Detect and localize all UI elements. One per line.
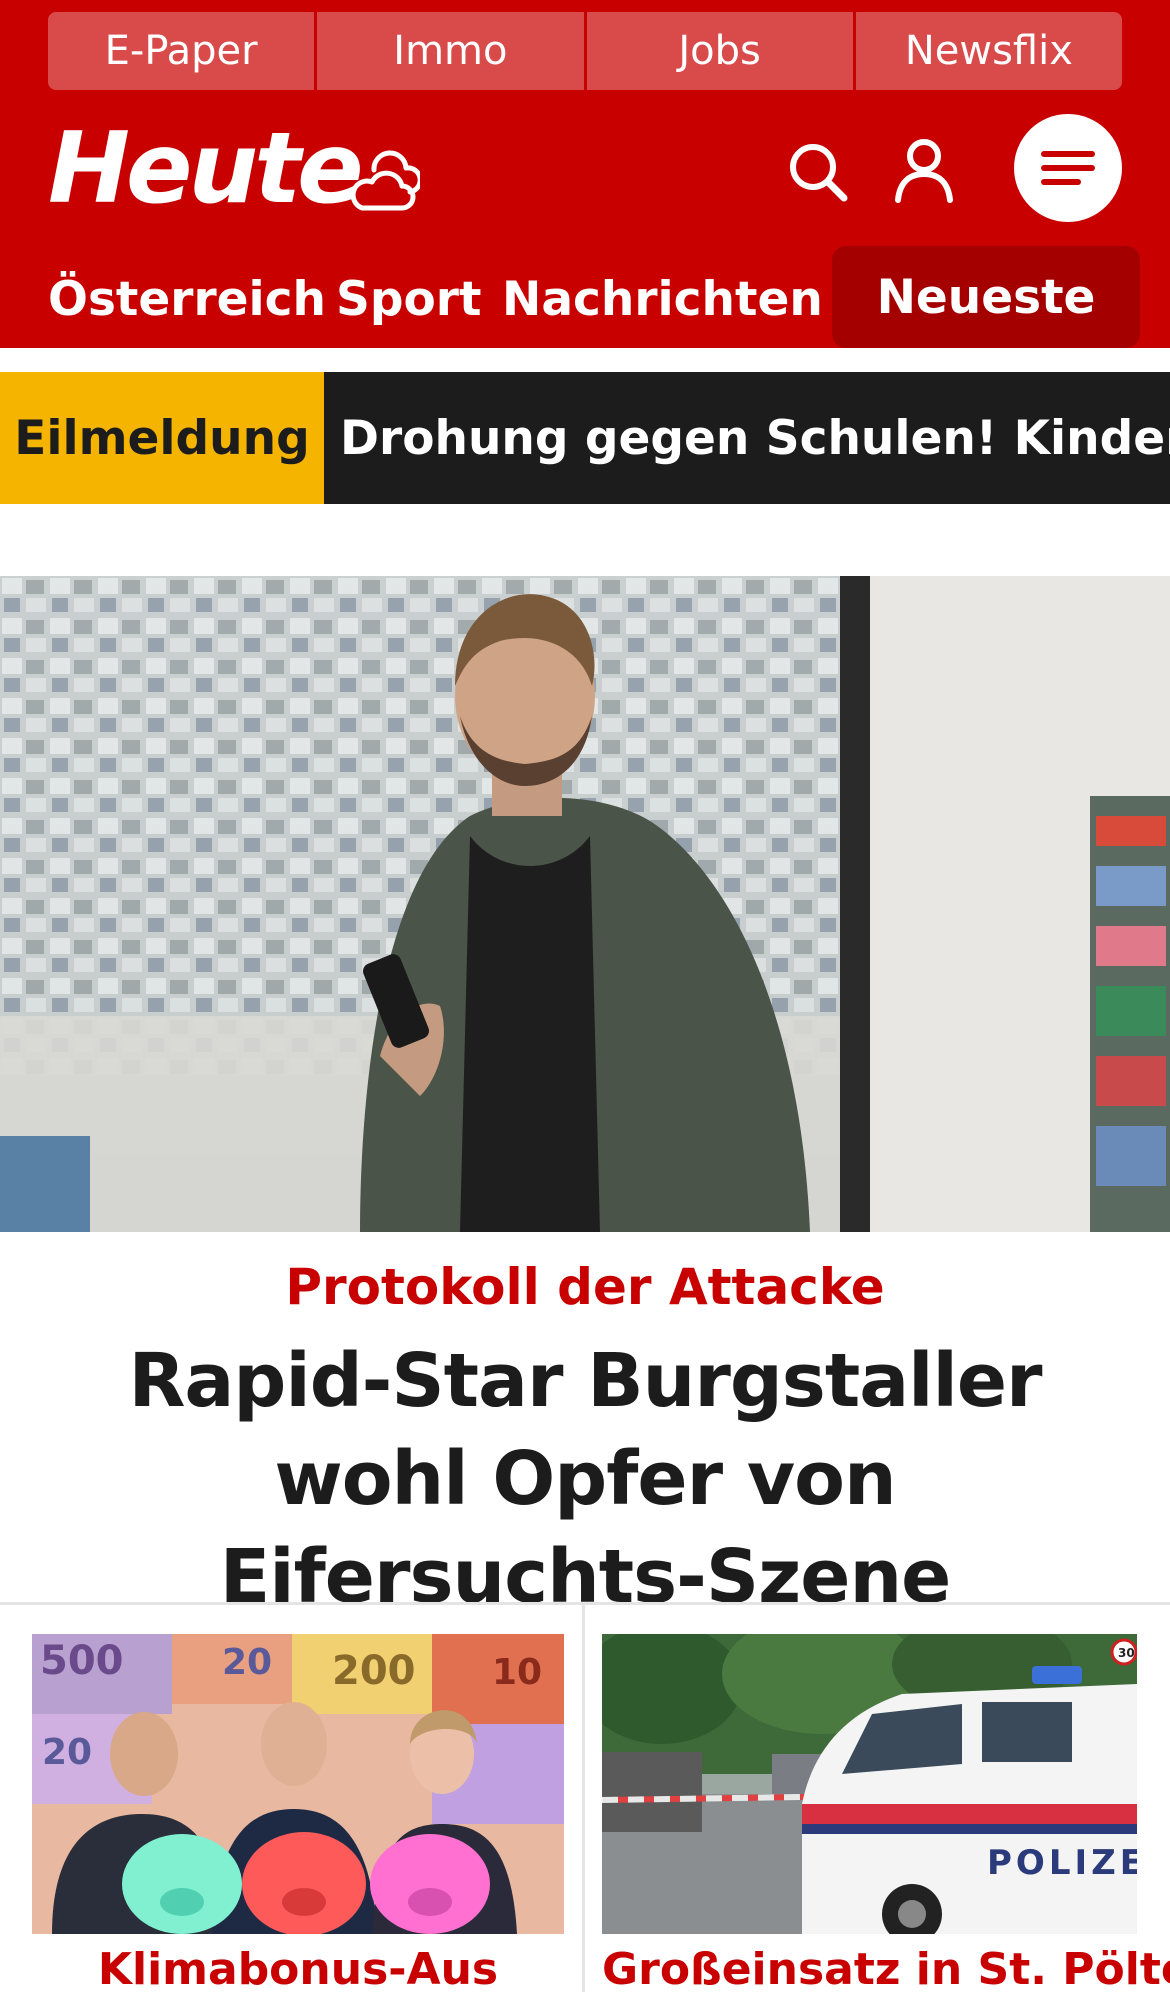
heute-logo[interactable]: Heute xyxy=(48,120,364,218)
card-kicker-grosseinsatz[interactable]: Großeinsatz in St. Pölten xyxy=(602,1944,1170,1992)
breaking-label: Eilmeldung xyxy=(0,372,324,504)
card-image-grosseinsatz[interactable]: POLIZE 30 xyxy=(602,1634,1137,1934)
nav-item-sport[interactable]: Sport xyxy=(336,272,481,327)
tab-jobs[interactable]: Jobs xyxy=(586,12,853,90)
nav-item-nachrichten[interactable]: Nachrichten xyxy=(502,272,823,327)
breaking-headline[interactable]: Drohung gegen Schulen! Kinder müss xyxy=(340,372,1170,504)
tab-e-paper[interactable]: E-Paper xyxy=(48,12,315,90)
weather-cloud-sun-icon[interactable] xyxy=(344,144,420,214)
site-header: E-Paper Immo Jobs Newsflix Heute Österre… xyxy=(0,0,1170,348)
speed-sign-label: 30 xyxy=(1118,1646,1135,1660)
van-lettering: POLIZE xyxy=(987,1843,1137,1883)
main-nav: Österreich Sport Nachrichten Neueste xyxy=(0,246,1170,348)
card-kicker-klimabonus[interactable]: Klimabonus-Aus xyxy=(32,1944,564,1992)
menu-button[interactable] xyxy=(1014,114,1122,222)
tab-newsflix[interactable]: Newsflix xyxy=(855,12,1122,90)
card-image-klimabonus[interactable]: 500 20 200 10 20 xyxy=(32,1634,564,1934)
user-icon[interactable] xyxy=(892,136,956,204)
nav-item-oesterreich[interactable]: Österreich xyxy=(48,272,326,327)
brand-row: Heute xyxy=(0,100,1170,240)
top-links-bar: E-Paper Immo Jobs Newsflix xyxy=(48,12,1122,90)
section-divider xyxy=(0,1602,1170,1605)
nav-item-neueste[interactable]: Neueste xyxy=(832,246,1140,348)
banknote-label-20: 20 xyxy=(222,1642,272,1683)
column-divider xyxy=(582,1605,585,1992)
breaking-news-bar[interactable]: Eilmeldung Drohung gegen Schulen! Kinder… xyxy=(0,372,1170,504)
menu-icon xyxy=(1041,151,1095,185)
search-icon[interactable] xyxy=(786,140,850,204)
hero-image[interactable] xyxy=(0,576,1170,1232)
tab-immo[interactable]: Immo xyxy=(317,12,584,90)
hero-kicker[interactable]: Protokoll der Attacke xyxy=(0,1258,1170,1316)
banknote-label-200: 200 xyxy=(332,1648,416,1694)
banknote-label-10: 10 xyxy=(492,1652,542,1693)
banknote-label-500: 500 xyxy=(40,1638,124,1684)
hero-title[interactable]: Rapid-Star Burgstaller wohl Opfer von Ei… xyxy=(60,1332,1110,1626)
banknote-label-20b: 20 xyxy=(42,1732,92,1773)
